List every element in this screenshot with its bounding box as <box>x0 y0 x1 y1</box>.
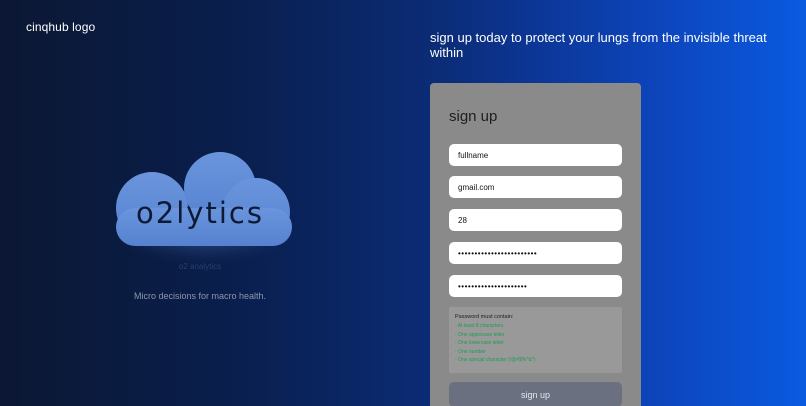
password-rules: Password must contain: - At least 8 char… <box>449 307 622 373</box>
cinqhub-logo[interactable]: cinqhub logo <box>26 20 95 34</box>
confirm-password-field[interactable] <box>449 275 622 297</box>
password-rule-item: - One lowercase letter <box>455 340 504 346</box>
email-field[interactable] <box>449 176 622 198</box>
age-field[interactable] <box>449 209 622 231</box>
brand-cloud: o2lytics <box>104 150 296 260</box>
brand-name: o2lytics <box>136 196 264 230</box>
password-rule-item: - One special character (!@#$%^&*) <box>455 357 536 363</box>
signup-card: sign up Password must contain: - At leas… <box>430 83 641 406</box>
signup-page: cinqhub logo sign up today to protect yo… <box>0 0 806 406</box>
fullname-field[interactable] <box>449 144 622 166</box>
brand-tagline: Micro decisions for macro health. <box>133 291 267 301</box>
password-rule-item: - At least 8 characters <box>455 323 504 329</box>
signup-title: sign up <box>449 108 498 125</box>
password-field[interactable] <box>449 242 622 264</box>
signup-button[interactable]: sign up <box>449 382 622 406</box>
hero-title: sign up today to protect your lungs from… <box>430 30 767 60</box>
brand-faint-label: o2 analytics <box>178 262 222 271</box>
password-rules-title: Password must contain: <box>455 314 514 320</box>
password-rule-item: - One number <box>455 348 486 355</box>
password-rule-item: - One uppercase letter <box>455 331 505 338</box>
